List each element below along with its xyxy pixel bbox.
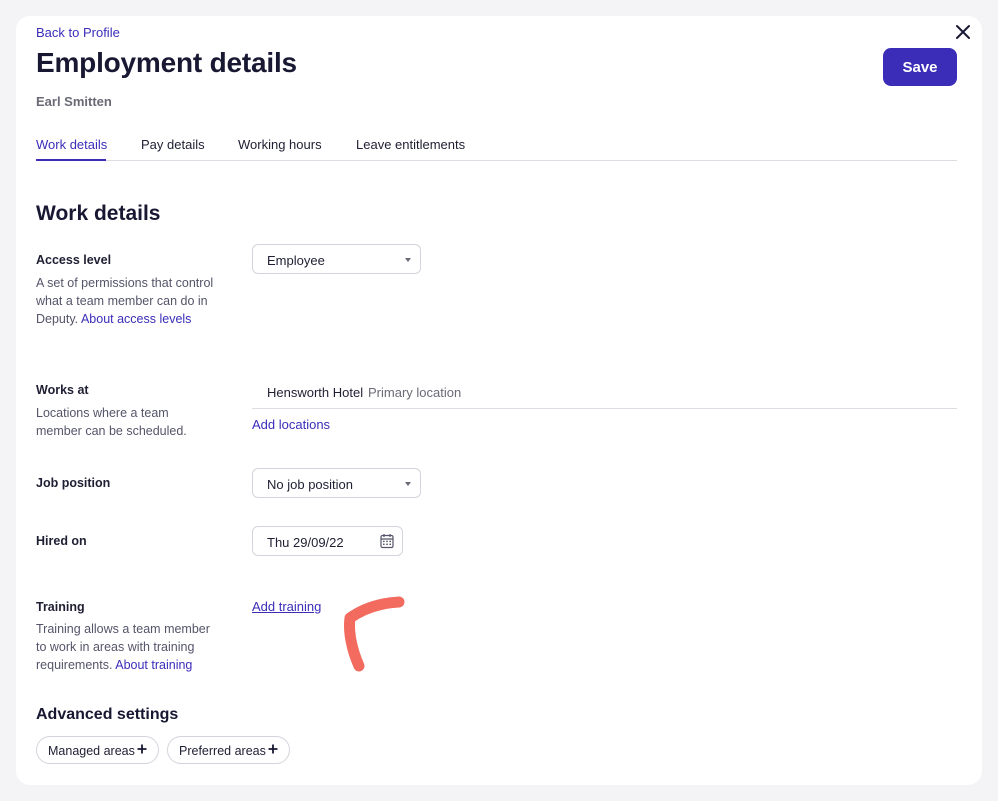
tab-pay-details[interactable]: Pay details [141, 137, 205, 152]
add-locations-link[interactable]: Add locations [252, 417, 330, 432]
close-icon[interactable] [954, 22, 972, 42]
plus-icon [137, 744, 147, 754]
training-help: Training allows a team member to work in… [36, 620, 216, 674]
access-level-label: Access level [36, 253, 112, 267]
hired-on-date-input[interactable]: Thu 29/09/22 [252, 526, 403, 556]
chevron-down-icon [405, 482, 411, 486]
chevron-down-icon [405, 258, 411, 262]
page-title: Employment details [36, 47, 297, 78]
primary-location-tag: Primary location [368, 385, 462, 400]
advanced-settings-title: Advanced settings [36, 706, 179, 723]
active-tab-indicator [36, 159, 106, 161]
add-training-link[interactable]: Add training [252, 599, 321, 614]
plus-icon [268, 744, 278, 754]
job-position-label: Job position [36, 476, 111, 490]
works-at-label: Works at [36, 383, 89, 397]
preferred-areas-label: Preferred areas [179, 744, 266, 758]
about-access-levels-link[interactable]: About access levels [81, 312, 191, 326]
works-at-help: Locations where a team member can be sch… [36, 406, 187, 438]
tab-leave-entitlements[interactable]: Leave entitlements [356, 137, 465, 152]
save-button[interactable]: Save [883, 48, 957, 86]
access-level-select[interactable]: Employee [252, 244, 421, 274]
access-level-value: Employee [267, 253, 325, 268]
training-label: Training [36, 600, 85, 614]
tab-working-hours[interactable]: Working hours [238, 137, 322, 152]
about-training-link[interactable]: About training [115, 658, 192, 672]
location-row: Hensworth Hotel Primary location [252, 382, 957, 409]
calendar-icon[interactable] [380, 533, 394, 549]
employee-name: Earl Smitten [36, 94, 112, 109]
tab-work-details[interactable]: Work details [36, 137, 107, 152]
hired-on-value: Thu 29/09/22 [267, 535, 344, 550]
job-position-select[interactable]: No job position [252, 468, 421, 498]
access-level-help: A set of permissions that control what a… [36, 274, 216, 328]
job-position-value: No job position [267, 477, 353, 492]
preferred-areas-chip[interactable]: Preferred areas [167, 736, 290, 764]
section-title: Work details [36, 202, 161, 225]
employment-details-panel: Back to Profile Employment details Earl … [16, 16, 982, 785]
annotation-arrow [344, 596, 405, 672]
location-name: Hensworth Hotel [267, 385, 364, 400]
hired-on-label: Hired on [36, 534, 87, 548]
managed-areas-label: Managed areas [48, 744, 135, 758]
back-to-profile-link[interactable]: Back to Profile [36, 25, 120, 40]
tab-bar: Work details Pay details Working hours L… [36, 128, 957, 161]
managed-areas-chip[interactable]: Managed areas [36, 736, 159, 764]
